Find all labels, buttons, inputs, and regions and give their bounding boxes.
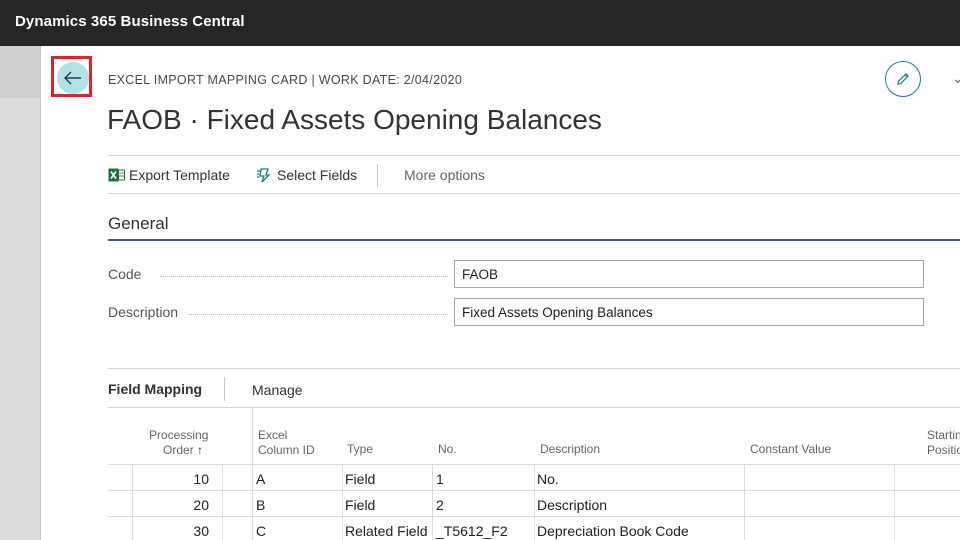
cell-processing-order[interactable]: 20 (132, 497, 209, 513)
cell-processing-order[interactable]: 30 (132, 523, 209, 539)
more-options-button[interactable]: More options (404, 167, 485, 183)
cell-no[interactable]: _T5612_F2 (436, 523, 508, 539)
export-template-label: Export Template (129, 167, 230, 183)
cell-column-id[interactable]: A (256, 471, 265, 487)
cell-column-id[interactable]: C (256, 523, 266, 539)
sort-ascending-icon: ↑ (197, 443, 204, 457)
cell-column-id[interactable]: B (256, 497, 265, 513)
cell-type[interactable]: Field (345, 471, 375, 487)
col-header-no[interactable]: No. (438, 442, 457, 457)
col-header-column-id[interactable]: Column ID (258, 443, 315, 458)
cell-no[interactable]: 1 (436, 471, 444, 487)
grid-line (432, 464, 433, 540)
field-mapping-tab[interactable]: Field Mapping (108, 381, 202, 397)
general-underline (108, 239, 960, 241)
code-leader-dots (160, 276, 448, 277)
cell-description[interactable]: No. (537, 471, 559, 487)
cell-no[interactable]: 2 (436, 497, 444, 513)
tab-separator (224, 377, 225, 401)
col-header-type[interactable]: Type (347, 442, 373, 457)
divider (108, 407, 960, 408)
description-leader-dots (188, 314, 448, 315)
pencil-icon (897, 72, 910, 85)
app-title: Dynamics 365 Business Central (15, 13, 245, 30)
edit-button[interactable] (885, 61, 921, 97)
description-label: Description (108, 304, 179, 320)
manage-button[interactable]: Manage (252, 382, 303, 398)
grid-line (342, 464, 343, 540)
cell-description[interactable]: Depreciation Book Code (537, 523, 689, 539)
select-fields-button[interactable]: Select Fields (256, 167, 357, 183)
cell-type[interactable]: Related Field (345, 523, 428, 539)
general-heading[interactable]: General (108, 214, 168, 234)
strip-shade (0, 46, 40, 98)
back-button-highlight (51, 56, 92, 97)
cell-type[interactable]: Field (345, 497, 375, 513)
chevron-down-icon[interactable]: ⌄ (952, 70, 960, 87)
code-field[interactable]: FAOB (454, 260, 924, 288)
select-fields-icon (256, 167, 273, 183)
col-header-constant-value[interactable]: Constant Value (750, 442, 831, 457)
col-header-excel[interactable]: Excel (258, 428, 287, 443)
page-caption: EXCEL IMPORT MAPPING CARD | WORK DATE: 2… (108, 73, 463, 87)
cell-description[interactable]: Description (537, 497, 607, 513)
divider (108, 193, 960, 194)
divider (108, 155, 960, 156)
col-header-description[interactable]: Description (540, 442, 600, 457)
select-fields-label: Select Fields (277, 167, 358, 183)
divider (108, 368, 960, 369)
col-header-order[interactable]: Order ↑ (163, 443, 203, 458)
col-header-order-label: Order (163, 443, 194, 457)
grid-line (252, 464, 253, 540)
top-bar: Dynamics 365 Business Central (0, 0, 960, 46)
cell-processing-order[interactable]: 10 (132, 471, 209, 487)
excel-icon (108, 167, 125, 183)
grid-line (744, 464, 745, 540)
col-header-processing[interactable]: Processing (149, 428, 208, 443)
export-template-button[interactable]: Export Template (108, 167, 230, 183)
col-header-position[interactable]: Positio (927, 443, 960, 458)
header-separator (252, 407, 253, 464)
grid-line (534, 464, 535, 540)
left-background-strip (0, 46, 40, 540)
description-field[interactable]: Fixed Assets Opening Balances (454, 298, 924, 326)
col-header-starting[interactable]: Startin (927, 428, 960, 443)
action-separator (377, 164, 378, 187)
grid-line (894, 464, 895, 540)
grid-line (222, 464, 223, 540)
page-title: FAOB · Fixed Assets Opening Balances (107, 104, 602, 135)
code-label: Code (108, 266, 142, 282)
